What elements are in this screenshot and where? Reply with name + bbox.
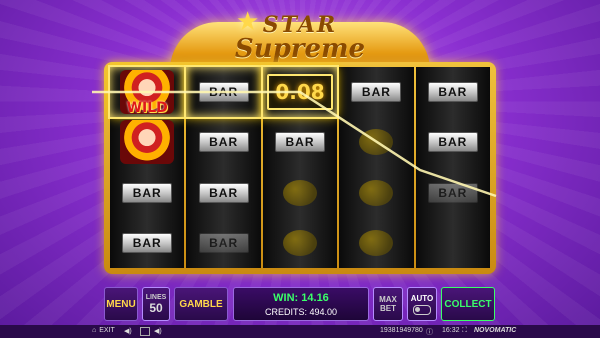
session-id-text: 19381949780: [380, 327, 423, 334]
auto-play-toggle[interactable]: AUTO: [407, 287, 437, 321]
auto-label: AUTO: [410, 293, 434, 303]
home-icon: ⌂: [92, 327, 97, 334]
reel-2-cell-3: BAR: [186, 168, 260, 218]
volume-icon: ◀): [154, 328, 162, 335]
bar-symbol: BAR: [122, 182, 173, 203]
max-bet-line-2: BET: [380, 304, 396, 313]
status-bar: ⌂ EXIT ◀) ◀) 19381949780 ⓘ 16:32 ⛶ NOVOM…: [0, 325, 600, 338]
reel-1-cell-1: WILD: [107, 64, 187, 120]
lemon-symbol: [359, 129, 394, 156]
gamble-button-label: GAMBLE: [179, 298, 223, 310]
joker-wild-symbol: WILD: [120, 70, 175, 117]
bar-symbol: BAR: [427, 132, 478, 153]
menu-button-label: MENU: [106, 298, 136, 310]
game-logo: STAR Supreme: [170, 14, 430, 62]
collect-button[interactable]: COLLECT: [441, 287, 495, 321]
reel-area: WILD BAR BAR BAR BAR BAR BAR 0.08 BAR BA…: [107, 64, 491, 268]
exit-label: EXIT: [99, 327, 115, 334]
bar-symbol: BAR: [427, 82, 478, 103]
reel-2: BAR BAR BAR BAR: [184, 64, 263, 268]
reel-1-cell-3: BAR: [110, 168, 184, 218]
bar-symbol-dim: BAR: [427, 182, 478, 203]
lines-selector[interactable]: LINES 50: [142, 287, 170, 321]
brand-logo: NOVOMATIC: [474, 327, 516, 334]
sound-toggle-icon: [140, 327, 150, 336]
reel-1: WILD BAR BAR: [107, 64, 187, 268]
win-credits-display: WIN: 14.16 CREDITS: 494.00: [233, 287, 369, 321]
bar-symbol: BAR: [198, 82, 249, 103]
win-amount: WIN: 14.16: [273, 292, 329, 304]
reel-2-cell-2: BAR: [186, 117, 260, 167]
lemon-symbol: [359, 179, 394, 206]
lines-label: LINES: [145, 293, 167, 301]
collect-button-label: COLLECT: [444, 298, 492, 310]
reel-3-cell-4: [263, 218, 337, 268]
reel-4: BAR: [339, 67, 414, 268]
sound-button[interactable]: ◀): [124, 327, 132, 335]
reel-4-cell-2: [339, 117, 413, 167]
sound-alt-button[interactable]: [140, 327, 150, 336]
max-bet-button[interactable]: MAX BET: [373, 287, 403, 321]
reel-3-cell-1: 0.08: [260, 64, 340, 120]
fullscreen-icon: ⛶: [462, 327, 467, 334]
gamble-button[interactable]: GAMBLE: [174, 287, 228, 321]
joker-symbol: [120, 120, 175, 165]
reel-4-cell-3: [339, 168, 413, 218]
reel-5: BAR BAR BAR: [415, 67, 491, 268]
credits-amount: CREDITS: 494.00: [264, 307, 338, 317]
lemon-symbol: [359, 229, 394, 256]
session-id: 19381949780: [380, 327, 423, 334]
reel-5-cell-4: [416, 218, 490, 268]
reel-3-cell-2: BAR: [263, 117, 337, 167]
reel-1-cell-2: [110, 117, 184, 167]
clock: 16:32: [442, 327, 460, 334]
info-button[interactable]: ⓘ: [426, 327, 433, 337]
toggle-icon: [413, 304, 431, 315]
reel-5-cell-2: BAR: [416, 117, 490, 167]
time-text: 16:32: [442, 327, 460, 334]
logo-line-1: STAR: [262, 12, 338, 38]
brand-text: NOVOMATIC: [474, 327, 517, 334]
lemon-symbol: [283, 229, 318, 256]
bar-symbol: BAR: [351, 82, 402, 103]
menu-button[interactable]: MENU: [104, 287, 138, 321]
bar-symbol: BAR: [198, 132, 249, 153]
bar-symbol: BAR: [198, 182, 249, 203]
lemon-symbol: [283, 179, 318, 206]
reel-2-cell-4: BAR: [186, 218, 260, 268]
reel-3: 0.08 BAR: [260, 64, 340, 268]
lines-value: 50: [149, 300, 163, 315]
reel-2-cell-1: BAR: [184, 64, 263, 120]
reel-5-cell-3: BAR: [416, 168, 490, 218]
reel-win-amount: 0.08: [267, 74, 334, 111]
reel-1-cell-4: BAR: [110, 218, 184, 268]
reel-3-cell-3: [263, 168, 337, 218]
bar-symbol-dim: BAR: [198, 232, 249, 253]
reel-5-cell-1: BAR: [416, 67, 490, 117]
sound-icon: ◀): [124, 328, 132, 335]
fullscreen-button[interactable]: ⛶: [462, 327, 467, 335]
volume-button[interactable]: ◀): [154, 327, 162, 335]
reel-4-cell-1: BAR: [339, 67, 413, 117]
exit-button[interactable]: ⌂ EXIT: [92, 327, 115, 334]
info-icon: ⓘ: [426, 329, 433, 336]
bar-symbol: BAR: [275, 132, 326, 153]
wild-label: WILD: [126, 100, 168, 117]
control-panel: MENU LINES 50 GAMBLE WIN: 14.16 CREDITS:…: [100, 287, 500, 323]
max-bet-line-1: MAX: [379, 295, 397, 304]
logo-line-2: Supreme: [234, 34, 366, 64]
bar-symbol: BAR: [122, 232, 173, 253]
reel-4-cell-4: [339, 218, 413, 268]
